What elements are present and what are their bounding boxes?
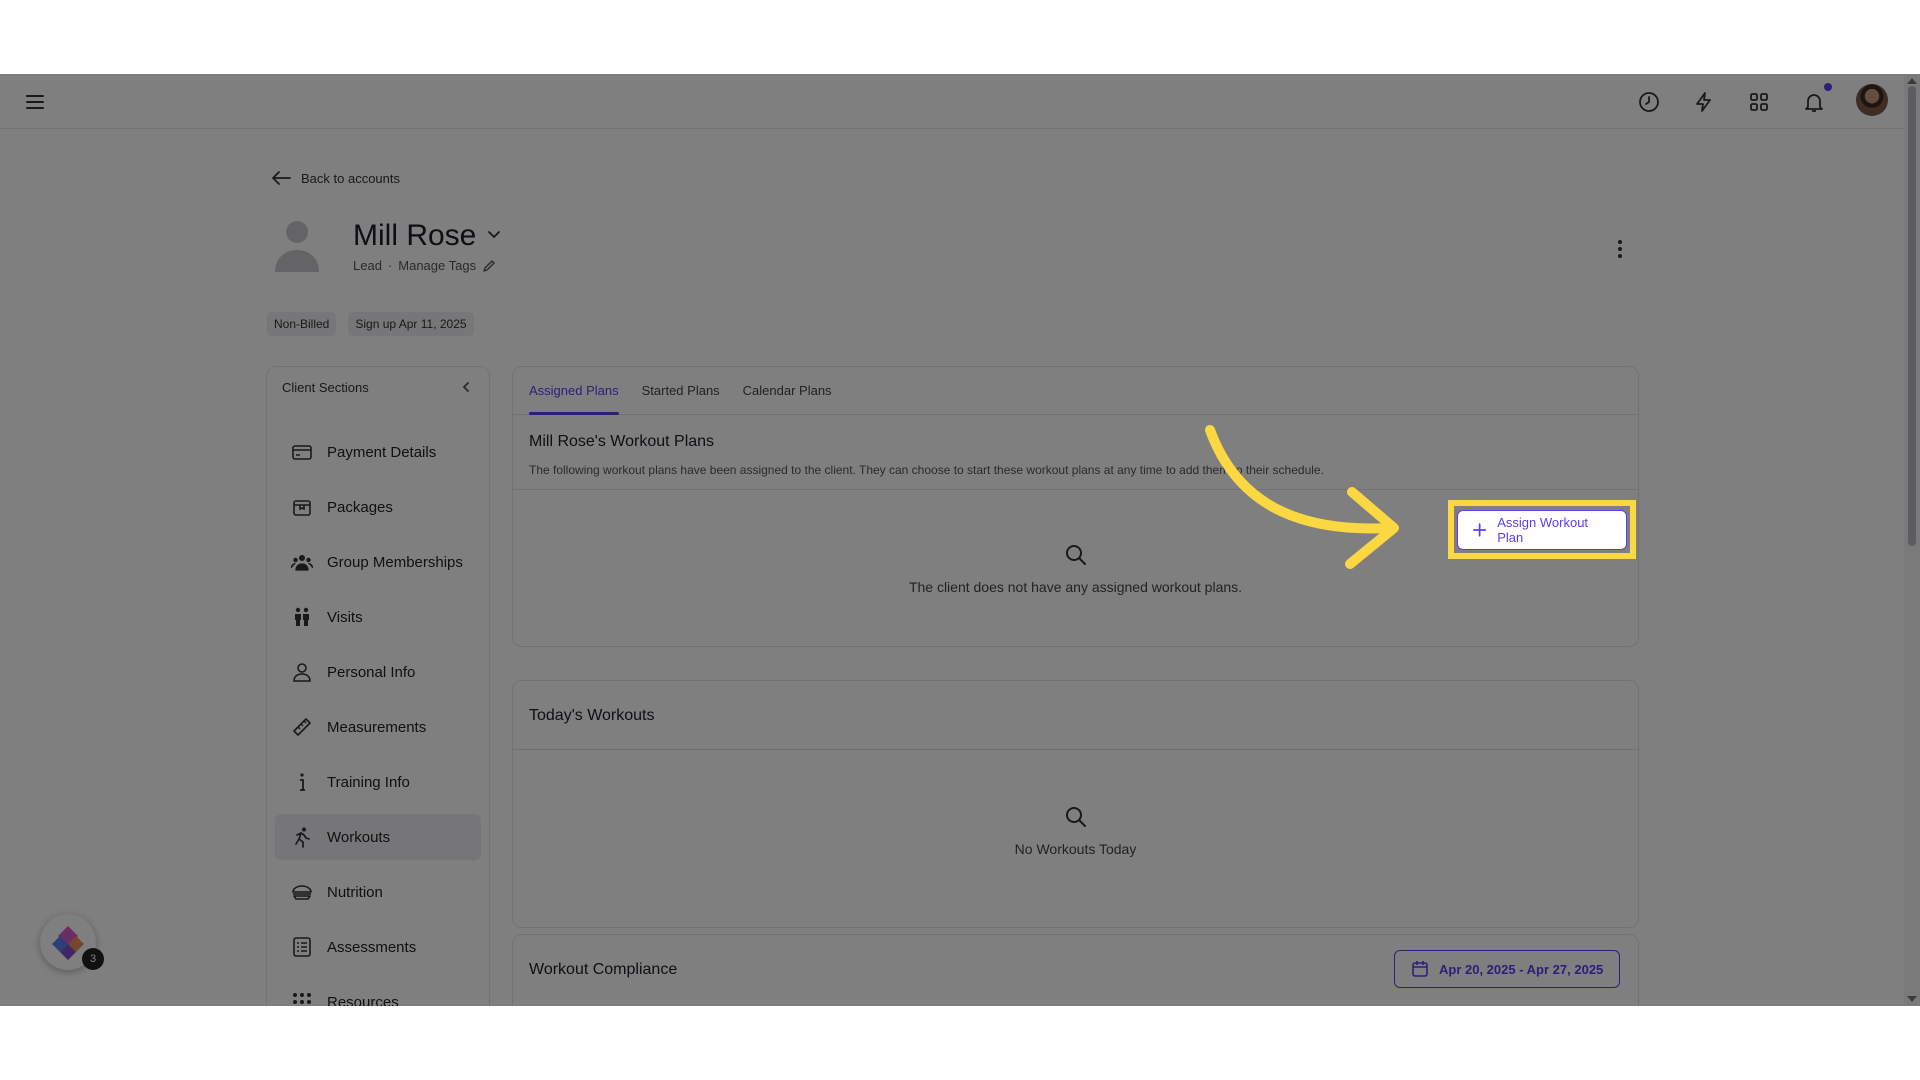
scrollbar-thumb[interactable]: [1908, 86, 1916, 546]
sidebar-item-label: Visits: [327, 608, 363, 626]
group-icon: [291, 555, 313, 571]
compliance-title: Workout Compliance: [529, 961, 678, 978]
sidebar-item-label: Workouts: [327, 828, 391, 846]
sidebar-title: Client Sections: [282, 379, 369, 395]
billing-chip: Non-Billed: [267, 312, 337, 336]
plans-empty-state: The client does not have any assigned wo…: [513, 543, 1638, 595]
user-avatar[interactable]: [1856, 84, 1888, 116]
app-viewport: Back to accounts Mill Rose Lead · Manage…: [0, 74, 1920, 1006]
sidebar-item-label: Personal Info: [327, 663, 416, 681]
arrow-left-icon: [272, 171, 291, 185]
sidebar-item-training-info[interactable]: Training Info: [275, 759, 481, 805]
sidebar-item-label: Measurements: [327, 718, 427, 736]
plans-description: The following workout plans have been as…: [529, 463, 1324, 477]
plans-empty-text: The client does not have any assigned wo…: [908, 579, 1243, 595]
client-chips: Non-Billed Sign up Apr 11, 2025: [267, 312, 474, 336]
client-subtitle: Lead · Manage Tags: [353, 258, 496, 273]
visits-icon: [295, 607, 309, 626]
search-icon: [1065, 545, 1086, 565]
sidebar-item-label: Nutrition: [327, 883, 383, 901]
person-icon: [293, 663, 311, 682]
today-empty-state: No Workouts Today: [513, 805, 1638, 857]
sidebar-item-payment-details[interactable]: Payment Details: [275, 429, 481, 475]
signup-chip: Sign up Apr 11, 2025: [348, 312, 474, 336]
client-name: Mill Rose: [353, 219, 477, 252]
running-icon: [295, 827, 310, 848]
sidebar-item-resources[interactable]: Resources: [275, 979, 481, 1006]
chevron-down-icon[interactable]: [486, 226, 502, 242]
hamburger-menu-icon[interactable]: [24, 91, 46, 113]
pencil-icon[interactable]: [482, 259, 496, 273]
sidebar-header: Client Sections: [267, 367, 489, 407]
bell-icon[interactable]: [1802, 90, 1826, 114]
back-to-accounts-link[interactable]: Back to accounts: [271, 170, 400, 186]
package-icon: [293, 500, 311, 516]
sidebar-item-label: Packages: [327, 498, 393, 516]
sidebar-item-visits[interactable]: Visits: [275, 594, 481, 640]
top-bar: [0, 74, 1904, 129]
today-divider: [513, 749, 1638, 750]
search-icon: [1065, 807, 1086, 827]
sidebar-item-label: Training Info: [327, 773, 410, 791]
todays-workouts-title: Today's Workouts: [529, 707, 655, 724]
profile-placeholder-icon: [275, 221, 319, 272]
date-range-label: Apr 20, 2025 - Apr 27, 2025: [1439, 961, 1604, 977]
plans-divider: [513, 489, 1638, 490]
more-options-icon[interactable]: [1612, 238, 1628, 260]
sidebar-item-measurements[interactable]: Measurements: [275, 704, 481, 750]
sidebar-item-assessments[interactable]: Assessments: [275, 924, 481, 970]
client-status: Lead: [353, 258, 382, 273]
todays-workouts-card: Today's Workouts No Workouts Today: [512, 680, 1639, 928]
tab-assigned-plans[interactable]: Assigned Plans: [529, 367, 619, 415]
info-icon: [300, 773, 305, 791]
sidebar-item-packages[interactable]: Packages: [275, 484, 481, 530]
subtitle-separator: ·: [387, 258, 393, 273]
tab-started-plans[interactable]: Started Plans: [642, 367, 720, 414]
plans-tabs: Assigned Plans Started Plans Calendar Pl…: [513, 367, 1638, 415]
chevron-left-icon[interactable]: [459, 380, 473, 394]
clock-icon[interactable]: [1637, 90, 1661, 114]
nutrition-icon: [292, 885, 312, 900]
workout-compliance-card: Workout Compliance Apr 20, 2025 - Apr 27…: [512, 934, 1639, 1006]
scroll-down-icon[interactable]: [1907, 996, 1917, 1002]
workout-plans-card: Assigned Plans Started Plans Calendar Pl…: [512, 366, 1639, 647]
tab-calendar-plans[interactable]: Calendar Plans: [743, 367, 832, 414]
chat-badge: 3: [82, 948, 104, 970]
sidebar-item-label: Group Memberships: [327, 553, 463, 571]
plus-icon: [1473, 523, 1487, 537]
grid-icon: [293, 993, 311, 1004]
sidebar-item-workouts[interactable]: Workouts: [275, 814, 481, 860]
chat-launcher[interactable]: 3: [40, 914, 104, 970]
plans-title: Mill Rose's Workout Plans: [529, 433, 715, 450]
apps-grid-icon[interactable]: [1747, 90, 1771, 114]
sidebar-item-label: Assessments: [327, 938, 417, 956]
scroll-up-icon[interactable]: [1907, 78, 1917, 84]
sidebar-item-label: Resources: [327, 993, 399, 1007]
sidebar-item-personal-info[interactable]: Personal Info: [275, 649, 481, 695]
sidebar-item-label: Payment Details: [327, 443, 437, 461]
calendar-icon: [1412, 961, 1428, 977]
assign-workout-plan-button[interactable]: Assign Workout Plan: [1457, 510, 1627, 550]
sidebar-item-group-memberships[interactable]: Group Memberships: [275, 539, 481, 585]
sidebar-item-nutrition[interactable]: Nutrition: [275, 869, 481, 915]
lightning-icon[interactable]: [1692, 90, 1716, 114]
notification-dot: [1824, 83, 1832, 91]
date-range-picker[interactable]: Apr 20, 2025 - Apr 27, 2025: [1394, 950, 1621, 988]
manage-tags-link[interactable]: Manage Tags: [398, 258, 476, 273]
back-link-label: Back to accounts: [301, 170, 400, 186]
credit-card-icon: [292, 445, 312, 460]
client-sections-sidebar: Client Sections Payment Details Packages…: [266, 366, 490, 1006]
page-scrollbar[interactable]: [1904, 74, 1920, 1006]
assign-button-label: Assign Workout Plan: [1497, 515, 1589, 545]
today-empty-text: No Workouts Today: [1014, 841, 1137, 857]
ruler-icon: [293, 718, 311, 736]
checklist-icon: [293, 937, 311, 957]
